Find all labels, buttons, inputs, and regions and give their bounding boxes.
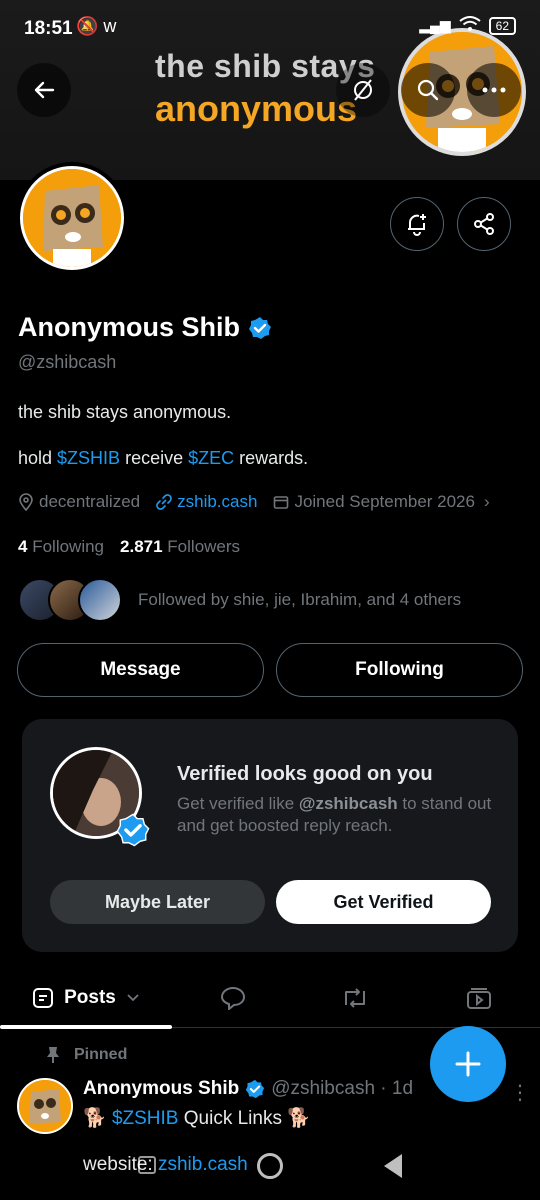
nav-back-button[interactable] bbox=[384, 1154, 402, 1178]
bio-text: receive bbox=[120, 448, 189, 468]
more-dots-icon bbox=[482, 87, 506, 93]
follower-avatar bbox=[78, 578, 122, 622]
plus-icon bbox=[455, 1051, 481, 1077]
bio-line-1: the shib stays anonymous. bbox=[18, 402, 232, 422]
location-item: decentralized bbox=[18, 492, 140, 512]
posts-icon bbox=[33, 988, 54, 1008]
calendar-icon bbox=[274, 496, 289, 509]
post-header: Anonymous Shib @zshibcash · 1d bbox=[83, 1078, 413, 1100]
search-button[interactable] bbox=[401, 63, 455, 117]
post-author-name[interactable]: Anonymous Shib bbox=[83, 1078, 239, 1100]
banner-text-line2: anonymous bbox=[155, 88, 358, 129]
website-link[interactable]: zshib.cash bbox=[177, 492, 257, 512]
followed-by-text: Followed by shie, jie, Ibrahim, and 4 ot… bbox=[138, 590, 462, 609]
followers-count-link[interactable]: 2.871 Followers bbox=[120, 537, 240, 557]
back-arrow-icon bbox=[34, 81, 55, 99]
profile-tabs: Posts bbox=[0, 968, 540, 1029]
following-count: 4 bbox=[18, 537, 28, 556]
back-button[interactable] bbox=[17, 63, 71, 117]
grok-button[interactable] bbox=[336, 63, 390, 117]
post-text: 🐕 bbox=[83, 1108, 112, 1129]
pin-icon bbox=[47, 1047, 59, 1063]
compose-post-button[interactable] bbox=[430, 1026, 506, 1102]
bio-text: rewards. bbox=[234, 448, 309, 468]
bio-text: hold bbox=[18, 448, 58, 468]
post-author-avatar[interactable] bbox=[17, 1078, 73, 1134]
tab-posts-label: Posts bbox=[64, 987, 116, 1008]
promo-subtitle: Get verified like @zshibcash to stand ou… bbox=[177, 793, 497, 837]
verified-badge-icon bbox=[249, 316, 271, 339]
battery-icon: 62 bbox=[488, 16, 516, 35]
followers-label: Followers bbox=[167, 537, 241, 556]
status-notification-icons: 🔕 w bbox=[76, 16, 117, 36]
profile-handle: @zshibcash bbox=[18, 352, 117, 372]
bio-line-2: hold $ZSHIB receive $ZEC rewards. bbox=[18, 448, 308, 469]
following-button[interactable]: Following bbox=[276, 643, 523, 697]
profile-avatar[interactable] bbox=[16, 162, 128, 274]
verified-badge-icon bbox=[246, 1079, 265, 1099]
tab-posts[interactable]: Posts bbox=[0, 968, 172, 1029]
joined-text: Joined September 2026 bbox=[294, 492, 475, 511]
notifications-button[interactable] bbox=[390, 197, 444, 251]
following-count-link[interactable]: 4 Following bbox=[18, 537, 104, 557]
active-tab-indicator bbox=[0, 1025, 172, 1029]
bell-plus-icon bbox=[408, 214, 426, 236]
chevron-right-icon[interactable]: › bbox=[484, 492, 490, 512]
followers-count: 2.871 bbox=[120, 537, 163, 556]
promo-subtitle-text: Get verified like bbox=[177, 794, 299, 813]
profile-name: Anonymous Shib bbox=[18, 312, 240, 342]
share-icon bbox=[474, 213, 494, 235]
cashtag-zshib-link[interactable]: $ZSHIB bbox=[57, 448, 120, 468]
post-website-link[interactable]: zshib.cash bbox=[158, 1154, 248, 1175]
profile-name-row: Anonymous Shib bbox=[18, 312, 272, 343]
chevron-down-icon bbox=[127, 994, 139, 1002]
signal-icon: ▂▄▆ bbox=[419, 17, 451, 33]
following-label: Following bbox=[32, 537, 105, 556]
post-text-line-3: website: zshib.cash bbox=[83, 1154, 248, 1176]
maybe-later-button[interactable]: Maybe Later bbox=[50, 880, 265, 924]
reply-bubble-icon bbox=[220, 986, 246, 1010]
share-button[interactable] bbox=[457, 197, 511, 251]
nav-home-button[interactable] bbox=[257, 1153, 283, 1179]
pinned-indicator: Pinned bbox=[46, 1046, 127, 1064]
search-icon bbox=[417, 79, 439, 101]
message-button[interactable]: Message bbox=[17, 643, 264, 697]
profile-meta: decentralized zshib.cash Joined Septembe… bbox=[18, 492, 490, 512]
repost-icon bbox=[345, 988, 365, 1008]
pinned-label: Pinned bbox=[74, 1046, 128, 1063]
cashtag-zec-link[interactable]: $ZEC bbox=[188, 448, 234, 468]
grok-icon bbox=[354, 79, 372, 101]
post-text: Quick Links 🐕 bbox=[178, 1108, 311, 1129]
post-handle-time: @zshibcash · 1d bbox=[271, 1078, 414, 1099]
media-icon bbox=[467, 988, 491, 1009]
location-pin-icon bbox=[19, 493, 33, 511]
status-bar: 18:51 🔕 w ▂▄▆ 62 bbox=[0, 0, 540, 56]
post-more-icon[interactable]: ⋮ bbox=[510, 1080, 530, 1105]
promo-title: Verified looks good on you bbox=[177, 763, 433, 785]
post-cashtag-link[interactable]: $ZSHIB bbox=[112, 1108, 179, 1129]
follow-counts: 4 Following 2.871 Followers bbox=[18, 537, 240, 557]
tab-reposts[interactable] bbox=[312, 968, 398, 1028]
post-text: website: bbox=[83, 1154, 158, 1175]
wifi-icon bbox=[459, 16, 481, 35]
post-text-line-2: 🐕 $ZSHIB Quick Links 🐕 bbox=[83, 1106, 311, 1130]
joined-item: Joined September 2026 › bbox=[273, 492, 490, 512]
link-icon bbox=[156, 494, 172, 510]
followed-by-row[interactable]: Followed by shie, jie, Ibrahim, and 4 ot… bbox=[18, 578, 461, 622]
tab-replies[interactable] bbox=[190, 968, 276, 1028]
website-item[interactable]: zshib.cash bbox=[156, 492, 257, 512]
tab-media[interactable] bbox=[436, 968, 522, 1028]
promo-subtitle-handle: @zshibcash bbox=[298, 794, 398, 813]
verified-badge-icon bbox=[116, 813, 150, 847]
status-time: 18:51 bbox=[24, 18, 73, 39]
location-text: decentralized bbox=[39, 492, 141, 511]
verified-promo-card: Verified looks good on you Get verified … bbox=[22, 719, 518, 952]
get-verified-button[interactable]: Get Verified bbox=[276, 880, 491, 924]
more-options-button[interactable] bbox=[467, 63, 521, 117]
system-nav-bar bbox=[0, 1146, 540, 1186]
